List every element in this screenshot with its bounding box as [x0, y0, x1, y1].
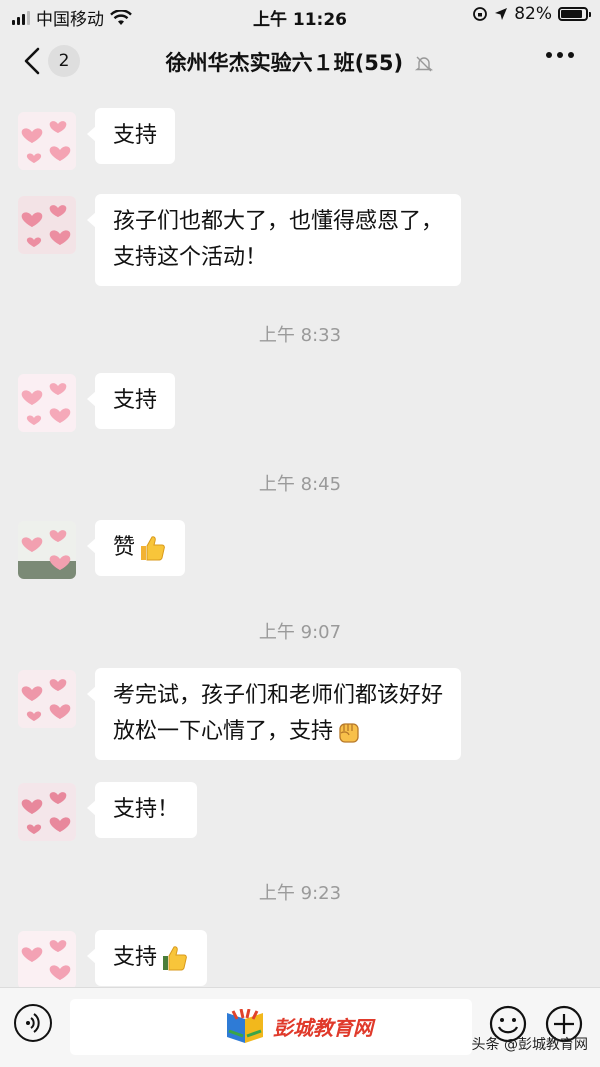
avatar[interactable]	[18, 931, 76, 989]
message-input[interactable]: 彭城教育网	[70, 999, 472, 1055]
message-text-line: 支持	[113, 940, 189, 976]
heart-pattern-icon	[18, 783, 76, 841]
avatar[interactable]	[18, 112, 76, 170]
message-text-line: 赞	[113, 530, 167, 566]
battery-percent: 82%	[514, 4, 552, 24]
more-options-icon[interactable]	[546, 52, 574, 58]
heart-pattern-icon	[18, 112, 76, 170]
muted-bell-icon	[415, 56, 434, 72]
avatar[interactable]	[18, 374, 76, 432]
message-bubble[interactable]: 考完试，孩子们和老师们都该好好 放松一下心情了，支持	[86, 668, 462, 760]
message-bubble[interactable]: 支持	[86, 930, 208, 986]
message-text: 考完试，孩子们和老师们都该好好	[113, 683, 444, 708]
avatar[interactable]	[18, 783, 76, 841]
message-bubble[interactable]: 支持！	[86, 782, 198, 838]
site-logo: 彭城教育网	[225, 1009, 373, 1043]
fist-icon	[339, 723, 359, 743]
timestamp: 上午 8:45	[258, 474, 342, 495]
avatar[interactable]	[18, 196, 76, 254]
chat-title: 徐州华杰实验六１班(55)	[165, 51, 404, 75]
message-text: 放松一下心情了，支持	[113, 719, 334, 744]
heart-pattern-icon	[18, 521, 76, 579]
watermark: 头条 @彭城教育网	[471, 1037, 588, 1053]
timestamp: 上午 9:23	[258, 883, 342, 904]
timestamp: 上午 9:07	[258, 622, 342, 643]
avatar[interactable]	[18, 670, 76, 728]
chat-header: 2 徐州华杰实验六１班(55)	[0, 30, 600, 92]
heart-pattern-icon	[18, 196, 76, 254]
message-text-line: 放松一下心情了，支持	[113, 714, 443, 750]
message-text: 支持	[113, 945, 158, 970]
heart-pattern-icon	[18, 931, 76, 989]
logo-text: 彭城教育网	[273, 1015, 373, 1040]
voice-icon	[26, 1013, 40, 1033]
open-book-icon	[227, 1009, 263, 1043]
message-bubble[interactable]: 支持	[86, 373, 176, 429]
heart-pattern-icon	[18, 374, 76, 432]
thumbs-up-icon	[141, 536, 165, 561]
message-bubble[interactable]: 赞	[86, 520, 186, 576]
message-text: 孩子们也都大了，也懂得感恩了，	[113, 209, 444, 234]
thumbs-up-icon	[163, 946, 187, 971]
status-right: 82%	[472, 4, 591, 24]
message-text: 赞	[113, 535, 136, 560]
location-icon	[495, 8, 508, 20]
message-bubble[interactable]: 孩子们也都大了，也懂得感恩了， 支持这个活动！	[86, 194, 462, 286]
status-bar: 中国移动 上午 11:26 82%	[0, 0, 600, 30]
heart-pattern-icon	[18, 670, 76, 728]
message-text: 支持！	[113, 797, 180, 822]
message-text: 支持	[113, 388, 158, 413]
timestamp: 上午 8:33	[258, 325, 342, 346]
message-bubble[interactable]: 支持	[86, 108, 176, 164]
voice-input-button[interactable]	[14, 1004, 52, 1042]
input-bar: 彭城教育网	[0, 987, 600, 1067]
battery-icon	[558, 7, 591, 21]
message-text: 支持	[113, 123, 158, 148]
message-text: 支持这个活动！	[113, 245, 268, 270]
avatar[interactable]	[18, 521, 76, 579]
chat-title-group: 徐州华杰实验六１班(55)	[0, 47, 600, 77]
rotation-lock-icon	[473, 7, 488, 21]
